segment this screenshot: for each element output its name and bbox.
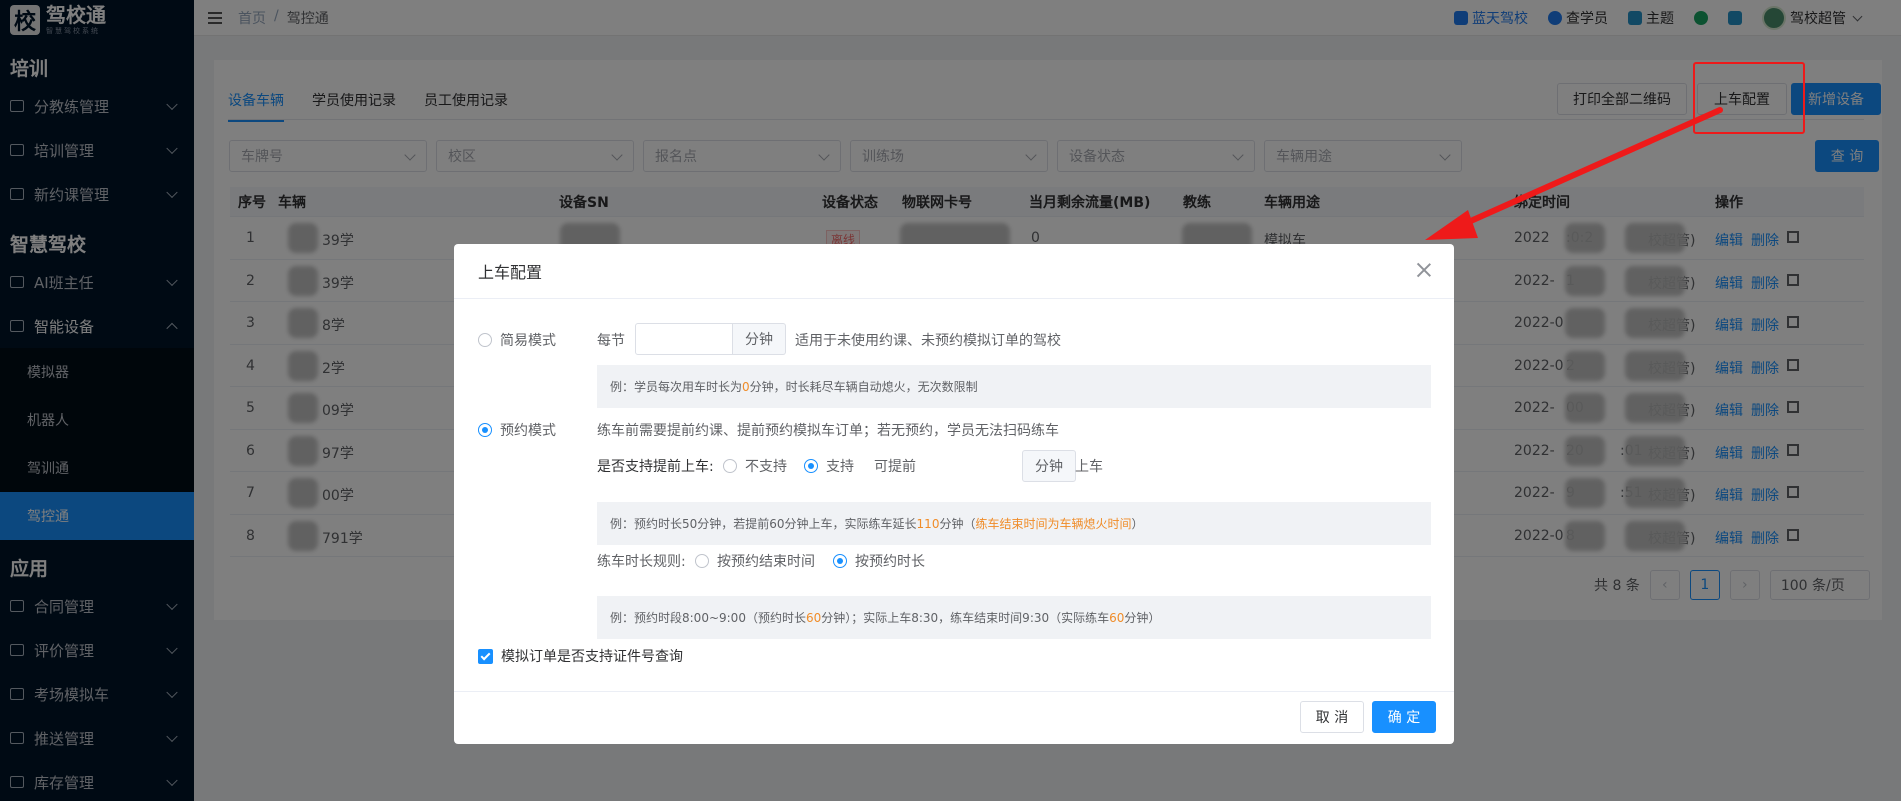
simple-mode-radio[interactable]: 简易模式 (478, 330, 556, 350)
radio-dot-checked (804, 459, 818, 473)
simple-hint: 例：学员每次用车时长为 0 分钟，时长耗尽车辆自动熄火，无次数限制 (597, 365, 1431, 408)
minute-addon-group: 分钟 (1022, 450, 1076, 482)
radio-dot (478, 333, 492, 347)
dialog-title: 上车配置 (454, 244, 1454, 299)
minute-addon: 分钟 (733, 323, 786, 355)
support-radio[interactable]: 支持 (804, 456, 854, 476)
can-advance-label: 可提前 (874, 459, 916, 475)
cancel-button[interactable]: 取 消 (1300, 701, 1364, 733)
radio-dot (723, 459, 737, 473)
dialog-footer: 取 消 确 定 (454, 691, 1454, 744)
simple-desc: 适用于未使用约课、未预约模拟订单的驾校 (795, 333, 1061, 349)
rule-duration-radio[interactable]: 按预约时长 (833, 551, 925, 571)
minute-addon: 分钟 (1022, 450, 1076, 482)
rule-label: 练车时长规则: (597, 554, 686, 570)
advance-label: 是否支持提前上车: (597, 459, 714, 475)
radio-dot-checked (833, 554, 847, 568)
radio-dot (695, 554, 709, 568)
rule-end-radio[interactable]: 按预约结束时间 (695, 551, 815, 571)
close-icon[interactable] (1416, 262, 1432, 278)
boarding-config-dialog: 上车配置 简易模式 每节 分钟 适用于未使用约课、未预约模拟订单的驾校 例：学员… (454, 244, 1454, 744)
board-label: 上车 (1075, 459, 1103, 475)
id-query-checkbox[interactable]: 模拟订单是否支持证件号查询 (478, 646, 683, 666)
per-lesson-label: 每节 (597, 333, 625, 349)
booking-mode-radio[interactable]: 预约模式 (478, 420, 556, 440)
per-lesson-input[interactable] (635, 323, 733, 355)
rule-hint: 例：预约时段8:00~9:00（预约时长 60 分钟）；实际上车8:30，练车结束时… (597, 596, 1431, 639)
per-lesson-input-group: 分钟 (635, 323, 786, 355)
radio-dot-checked (478, 423, 492, 437)
checkbox-checked-icon (478, 648, 493, 664)
not-support-radio[interactable]: 不支持 (723, 456, 787, 476)
booking-hint: 例：预约时长50分钟，若提前60分钟上车，实际练车延长 110 分钟（ 练车结束时间为… (597, 502, 1431, 545)
confirm-button[interactable]: 确 定 (1372, 701, 1436, 733)
annotation-highlight-box (1693, 62, 1805, 134)
booking-desc: 练车前需要提前约课、提前预约模拟车订单；若无预约，学员无法扫码练车 (597, 423, 1059, 439)
